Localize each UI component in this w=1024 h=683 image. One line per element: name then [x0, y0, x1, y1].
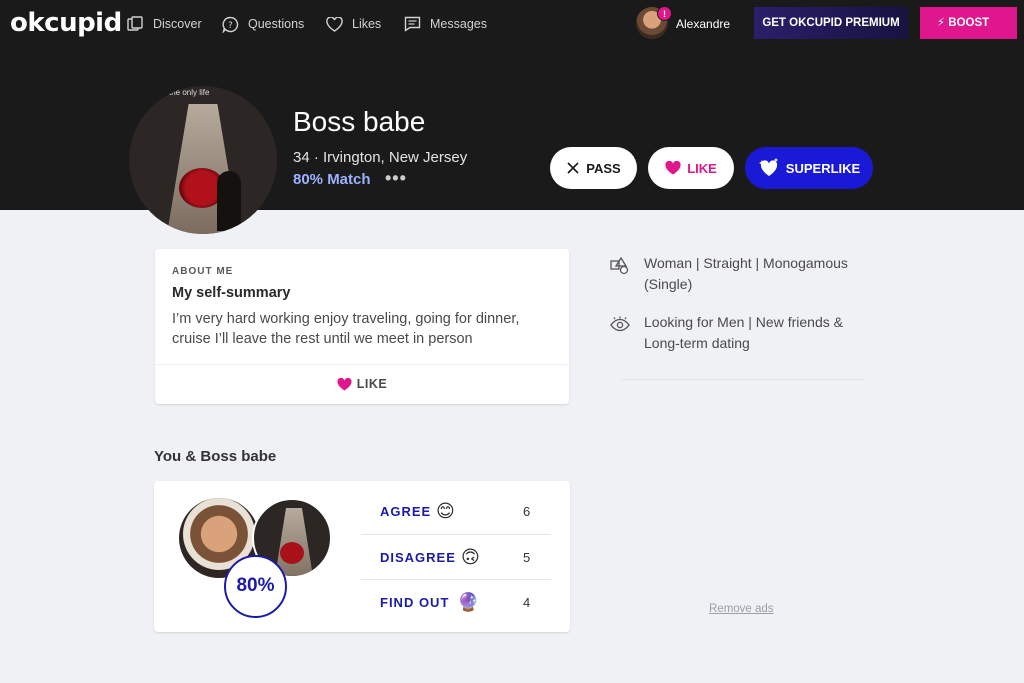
- nav-item-label: Discover: [153, 17, 202, 31]
- section-header: ABOUT ME: [172, 266, 234, 277]
- disagree-label: DISAGREE: [380, 549, 456, 565]
- pass-button[interactable]: PASS: [550, 147, 637, 189]
- looking-for-details: Looking for Men | New friends & Long-ter…: [610, 312, 860, 354]
- superlike-button[interactable]: SUPERLIKE: [745, 147, 873, 189]
- lightning-icon: ⚡: [937, 17, 946, 29]
- divider: [621, 379, 864, 380]
- more-options-icon[interactable]: •••: [385, 168, 407, 189]
- nav-item-questions[interactable]: ? Questions: [222, 14, 304, 34]
- heart-icon: [326, 16, 343, 32]
- profile-age-location: 34 · Irvington, New Jersey: [293, 149, 468, 166]
- looking-for-text: Looking for Men | New friends & Long-ter…: [644, 314, 843, 351]
- messages-icon: [404, 16, 421, 32]
- agree-row[interactable]: AGREE 😊 6: [361, 489, 551, 534]
- photo-roses: [280, 542, 304, 564]
- pass-label: PASS: [586, 160, 621, 176]
- like-button[interactable]: LIKE: [648, 147, 734, 189]
- nav-item-label: Questions: [248, 17, 305, 31]
- agree-count: 6: [523, 504, 531, 519]
- match-percentage[interactable]: 80% Match: [293, 171, 371, 188]
- eye-icon: [610, 316, 630, 332]
- okcupid-logo[interactable]: okcupid: [10, 8, 122, 38]
- gender-shapes-icon: [610, 257, 629, 275]
- boost-button[interactable]: ⚡ BOOST: [920, 7, 1017, 39]
- close-icon: [567, 162, 579, 174]
- identity-text: Woman | Straight | Monogamous (Single): [644, 255, 848, 292]
- nav-item-likes[interactable]: Likes: [326, 14, 381, 34]
- self-summary-title: My self-summary: [172, 285, 291, 301]
- compatibility-card: 80% AGREE 😊 6 DISAGREE 🙃 5 FIND OUT 🔮 4: [154, 481, 570, 632]
- boost-label: BOOST: [948, 17, 990, 29]
- photo-caption: the only life: [169, 88, 210, 97]
- discover-icon: [127, 16, 143, 31]
- crystal-ball-emoji-icon: 🔮: [457, 591, 480, 612]
- profile-name: Boss babe: [293, 106, 426, 137]
- superlike-label: SUPERLIKE: [785, 160, 861, 176]
- smile-emoji-icon: 😊: [436, 501, 455, 521]
- identity-details: Woman | Straight | Monogamous (Single): [610, 253, 860, 295]
- nav-item-discover[interactable]: Discover: [127, 14, 202, 34]
- nav-item-messages[interactable]: Messages: [404, 14, 487, 34]
- svg-text:?: ?: [228, 21, 233, 31]
- like-essay-button[interactable]: LIKE: [155, 365, 569, 403]
- profile-photo[interactable]: the only life: [129, 86, 277, 234]
- superlike-icon: [758, 158, 778, 176]
- upside-down-emoji-icon: 🙃: [461, 546, 480, 567]
- like-label: LIKE: [356, 377, 388, 391]
- photo-figure: [217, 171, 241, 231]
- disagree-count: 5: [523, 549, 531, 565]
- questions-icon: ?: [222, 16, 239, 33]
- user-name[interactable]: Alexandre: [676, 17, 730, 31]
- top-nav: okcupid Discover ? Questions Likes Messa…: [0, 0, 1024, 46]
- nav-item-label: Messages: [430, 17, 487, 31]
- remove-ads-link[interactable]: Remove ads: [709, 603, 774, 615]
- self-summary-text: I’m very hard working enjoy traveling, g…: [172, 311, 520, 347]
- about-me-card: ABOUT ME My self-summary I’m very hard w…: [155, 249, 569, 404]
- find-out-label: FIND OUT: [380, 594, 450, 610]
- like-label: LIKE: [687, 160, 717, 176]
- find-out-row[interactable]: FIND OUT 🔮 4: [361, 579, 551, 624]
- get-premium-button[interactable]: GET OKCUPID PREMIUM: [754, 7, 908, 39]
- heart-icon: [665, 161, 681, 175]
- find-out-count: 4: [523, 594, 531, 610]
- nav-item-label: Likes: [352, 17, 382, 31]
- compatibility-title: You & Boss babe: [154, 448, 277, 465]
- disagree-row[interactable]: DISAGREE 🙃 5: [361, 534, 551, 579]
- match-percent-badge: 80%: [224, 555, 287, 618]
- heart-icon: [337, 377, 352, 391]
- agree-label: AGREE: [380, 504, 432, 519]
- notification-badge: !: [657, 6, 672, 21]
